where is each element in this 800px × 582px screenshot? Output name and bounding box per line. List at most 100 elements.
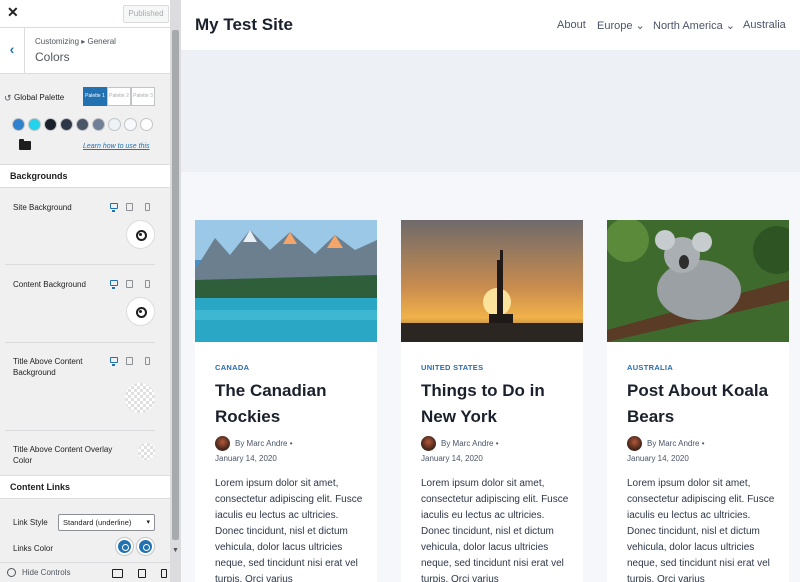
post-excerpt: Lorem ipsum dolor sit amet, consectetur …: [215, 478, 363, 582]
section-title: Colors: [35, 50, 70, 64]
palette-swatch[interactable]: [28, 118, 41, 131]
post-byline: By Marc Andre •: [235, 439, 293, 448]
customizer-footer: Hide Controls: [0, 562, 170, 582]
divider: [5, 342, 155, 343]
tablet-icon[interactable]: [126, 280, 133, 288]
avatar: [421, 436, 436, 451]
preview-tablet-icon[interactable]: [138, 569, 146, 578]
hide-controls-icon[interactable]: [7, 568, 16, 577]
title-above-background-picker[interactable]: [125, 383, 155, 413]
post-card: CANADA The Canadian Rockies By Marc Andr…: [195, 220, 377, 582]
desktop-icon[interactable]: [110, 357, 118, 366]
backgrounds-heading: Backgrounds: [0, 164, 170, 188]
nav-item-north-america[interactable]: North America ⌄: [653, 19, 735, 32]
palette-swatch[interactable]: [60, 118, 73, 131]
palette-tab-3[interactable]: Palette 3: [131, 87, 155, 106]
learn-how-link[interactable]: Learn how to use this: [83, 143, 150, 150]
post-card: AUSTRALIA Post About Koala Bears By Marc…: [607, 220, 789, 582]
folder-icon[interactable]: [19, 139, 31, 150]
divider: [5, 430, 155, 431]
post-date: January 14, 2020: [215, 454, 277, 463]
post-category[interactable]: UNITED STATES: [421, 363, 483, 372]
mobile-icon[interactable]: [145, 203, 150, 211]
links-color-label: Links Color: [13, 544, 54, 553]
title-above-overlay-picker[interactable]: [138, 443, 155, 460]
site-background-color-picker[interactable]: [126, 220, 155, 249]
post-author[interactable]: By Marc Andre: [235, 439, 287, 448]
desktop-icon[interactable]: [110, 203, 118, 212]
reset-icon[interactable]: ↺: [4, 93, 12, 104]
post-title[interactable]: Post About Koala Bears: [627, 378, 777, 430]
section-header: ‹ Customizing ▸ General Colors: [0, 28, 170, 74]
site-title[interactable]: My Test Site: [195, 15, 293, 35]
back-button[interactable]: ‹: [0, 28, 25, 73]
globe-icon: [136, 230, 147, 241]
desktop-icon[interactable]: [110, 280, 118, 289]
mountain-lake-image: [195, 220, 377, 342]
byline-separator: •: [701, 439, 705, 448]
nav-item-europe[interactable]: Europe ⌄: [597, 19, 645, 32]
post-date: January 14, 2020: [421, 454, 483, 463]
post-date: January 14, 2020: [627, 454, 689, 463]
sidebar-scrollbar[interactable]: ▼: [170, 0, 181, 582]
post-image-mountain-lake[interactable]: [195, 220, 377, 342]
palette-swatch[interactable]: [44, 118, 57, 131]
post-image-statue-of-liberty[interactable]: [401, 220, 583, 342]
customizer-sidebar: ✕ Published ‹ Customizing ▸ General Colo…: [0, 0, 181, 582]
mobile-icon[interactable]: [145, 280, 150, 288]
post-title[interactable]: Things to Do in New York: [421, 378, 571, 430]
palette-swatch[interactable]: [12, 118, 25, 131]
post-author[interactable]: By Marc Andre: [647, 439, 699, 448]
close-customizer-button[interactable]: ✕: [7, 4, 19, 21]
link-style-select[interactable]: Standard (underline) ▾: [58, 514, 155, 531]
post-excerpt: Lorem ipsum dolor sit amet, consectetur …: [627, 478, 775, 582]
palette-swatch[interactable]: [140, 118, 153, 131]
tablet-icon[interactable]: [126, 357, 133, 365]
palette-swatch[interactable]: [76, 118, 89, 131]
mobile-icon[interactable]: [145, 357, 150, 365]
palette-tab-2[interactable]: Palette 2: [107, 87, 131, 106]
backgrounds-title: Backgrounds: [10, 171, 68, 181]
post-author[interactable]: By Marc Andre: [441, 439, 493, 448]
content-links-heading: Content Links: [0, 475, 170, 499]
content-background-label: Content Background: [13, 280, 86, 289]
byline-separator: •: [495, 439, 499, 448]
global-palette-label: Global Palette: [14, 93, 65, 102]
scroll-down-arrow[interactable]: ▼: [172, 547, 179, 554]
sunset-statue-image: [401, 220, 583, 342]
post-card: UNITED STATES Things to Do in New York B…: [401, 220, 583, 582]
content-links-title: Content Links: [10, 482, 70, 492]
publish-button[interactable]: Published: [123, 5, 169, 23]
palette-tab-1[interactable]: Palette 1: [83, 87, 107, 106]
link-style-value: Standard (underline): [63, 518, 132, 527]
site-background-label: Site Background: [13, 203, 72, 212]
customizer-topbar: ✕ Published: [0, 0, 170, 28]
link-hover-color-swatch[interactable]: [137, 538, 154, 555]
link-style-label: Link Style: [13, 518, 48, 527]
chevron-down-icon: ▾: [146, 519, 150, 526]
scrollbar-thumb[interactable]: [172, 30, 179, 540]
content-background-color-picker[interactable]: [126, 297, 155, 326]
palette-swatch[interactable]: [124, 118, 137, 131]
post-category[interactable]: CANADA: [215, 363, 249, 372]
koala-image: [607, 220, 789, 342]
preview-desktop-icon[interactable]: [112, 569, 123, 578]
tablet-icon[interactable]: [126, 203, 133, 211]
nav-item-australia[interactable]: Australia: [743, 19, 786, 31]
title-above-background-label: Title Above Content Background: [13, 357, 83, 377]
post-image-koala[interactable]: [607, 220, 789, 342]
post-byline: By Marc Andre •: [441, 439, 499, 448]
hide-controls-button[interactable]: Hide Controls: [22, 568, 70, 577]
post-title[interactable]: The Canadian Rockies: [215, 378, 365, 430]
byline-separator: •: [289, 439, 293, 448]
post-category[interactable]: AUSTRALIA: [627, 363, 673, 372]
link-color-swatch[interactable]: [116, 538, 133, 555]
palette-swatch[interactable]: [108, 118, 121, 131]
avatar: [215, 436, 230, 451]
nav-item-about[interactable]: About: [557, 19, 586, 31]
title-above-overlay-label: Title Above Content Overlay Color: [13, 445, 113, 465]
avatar: [627, 436, 642, 451]
preview-mobile-icon[interactable]: [161, 569, 167, 578]
divider: [5, 264, 155, 265]
palette-swatch[interactable]: [92, 118, 105, 131]
